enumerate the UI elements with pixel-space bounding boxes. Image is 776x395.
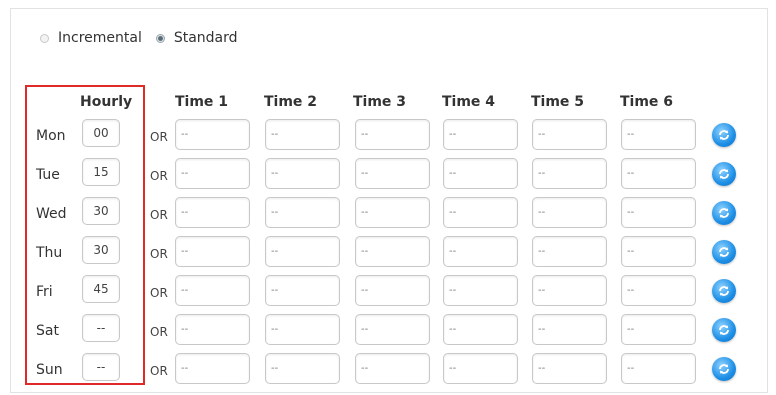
hourly-input[interactable]: 15	[82, 158, 120, 186]
day-label: Thu	[36, 245, 63, 261]
time-5-input[interactable]: --	[532, 314, 607, 345]
time-3-input[interactable]: --	[355, 353, 430, 384]
time-3-input[interactable]: --	[355, 236, 430, 267]
standard-option[interactable]: Standard	[155, 30, 238, 46]
time-1-input[interactable]: --	[175, 353, 250, 384]
time-1-input[interactable]: --	[175, 119, 250, 150]
schedule-row: Thu 30 OR -- -- -- -- -- --	[0, 235, 776, 275]
hourly-input[interactable]: --	[82, 353, 120, 381]
time-2-header: Time 2	[264, 94, 318, 110]
time-4-input[interactable]: --	[443, 119, 518, 150]
time-2-input[interactable]: --	[265, 119, 340, 150]
time-6-input[interactable]: --	[621, 158, 696, 189]
time-3-input[interactable]: --	[355, 158, 430, 189]
time-5-input[interactable]: --	[532, 236, 607, 267]
arrows-icon	[719, 364, 729, 374]
time-6-input[interactable]: --	[621, 314, 696, 345]
time-1-input[interactable]: --	[175, 236, 250, 267]
day-label: Wed	[36, 206, 67, 222]
refresh-copy-icon[interactable]	[712, 279, 736, 303]
arrows-icon	[719, 325, 729, 335]
day-label: Sun	[36, 362, 63, 378]
refresh-copy-icon[interactable]	[712, 201, 736, 225]
or-label: OR	[150, 286, 168, 300]
or-label: OR	[150, 130, 168, 144]
time-4-input[interactable]: --	[443, 158, 518, 189]
or-label: OR	[150, 247, 168, 261]
time-3-input[interactable]: --	[355, 275, 430, 306]
time-4-input[interactable]: --	[443, 314, 518, 345]
schedule-row: Tue 15 OR -- -- -- -- -- --	[0, 157, 776, 197]
or-label: OR	[150, 364, 168, 378]
arrows-icon	[719, 247, 729, 257]
schedule-row: Sun -- OR -- -- -- -- -- --	[0, 352, 776, 392]
time-4-input[interactable]: --	[443, 275, 518, 306]
day-label: Sat	[36, 323, 59, 339]
schedule-row: Wed 30 OR -- -- -- -- -- --	[0, 196, 776, 236]
time-4-input[interactable]: --	[443, 236, 518, 267]
or-label: OR	[150, 325, 168, 339]
refresh-copy-icon[interactable]	[712, 240, 736, 264]
hourly-header: Hourly	[80, 94, 133, 110]
time-5-input[interactable]: --	[532, 158, 607, 189]
hourly-input[interactable]: 00	[82, 119, 120, 147]
refresh-copy-icon[interactable]	[712, 162, 736, 186]
arrows-icon	[719, 169, 729, 179]
or-label: OR	[150, 169, 168, 183]
time-2-input[interactable]: --	[265, 236, 340, 267]
time-3-header: Time 3	[353, 94, 407, 110]
arrows-icon	[719, 286, 729, 296]
incremental-option[interactable]: Incremental	[40, 30, 142, 46]
time-6-header: Time 6	[620, 94, 674, 110]
hourly-input[interactable]: --	[82, 314, 120, 342]
time-3-input[interactable]: --	[355, 119, 430, 150]
time-1-input[interactable]: --	[175, 158, 250, 189]
hourly-input[interactable]: 45	[82, 275, 120, 303]
time-6-input[interactable]: --	[621, 275, 696, 306]
time-5-input[interactable]: --	[532, 197, 607, 228]
hourly-input[interactable]: 30	[82, 197, 120, 225]
time-4-header: Time 4	[442, 94, 496, 110]
refresh-copy-icon[interactable]	[712, 123, 736, 147]
arrows-icon	[719, 130, 729, 140]
time-6-input[interactable]: --	[621, 353, 696, 384]
time-2-input[interactable]: --	[265, 314, 340, 345]
time-2-input[interactable]: --	[265, 197, 340, 228]
time-4-input[interactable]: --	[443, 197, 518, 228]
time-4-input[interactable]: --	[443, 353, 518, 384]
incremental-radio[interactable]	[40, 33, 49, 43]
time-1-input[interactable]: --	[175, 275, 250, 306]
schedule-row: Fri 45 OR -- -- -- -- -- --	[0, 274, 776, 314]
refresh-copy-icon[interactable]	[712, 357, 736, 381]
standard-radio[interactable]	[155, 33, 165, 43]
time-5-header: Time 5	[531, 94, 585, 110]
incremental-label: Incremental	[58, 30, 142, 46]
time-6-input[interactable]: --	[621, 119, 696, 150]
time-6-input[interactable]: --	[621, 236, 696, 267]
schedule-row: Mon 00 OR -- -- -- -- -- --	[0, 118, 776, 158]
time-5-input[interactable]: --	[532, 275, 607, 306]
time-5-input[interactable]: --	[532, 119, 607, 150]
schedule-row: Sat -- OR -- -- -- -- -- --	[0, 313, 776, 353]
time-2-input[interactable]: --	[265, 353, 340, 384]
time-2-input[interactable]: --	[265, 275, 340, 306]
time-1-input[interactable]: --	[175, 197, 250, 228]
mode-radio-group: Incremental Standard	[40, 30, 252, 46]
time-5-input[interactable]: --	[532, 353, 607, 384]
arrows-icon	[719, 208, 729, 218]
day-label: Fri	[36, 284, 53, 300]
time-2-input[interactable]: --	[265, 158, 340, 189]
or-label: OR	[150, 208, 168, 222]
standard-label: Standard	[173, 30, 238, 46]
time-1-header: Time 1	[175, 94, 229, 110]
time-3-input[interactable]: --	[355, 197, 430, 228]
day-label: Tue	[36, 167, 60, 183]
refresh-copy-icon[interactable]	[712, 318, 736, 342]
time-1-input[interactable]: --	[175, 314, 250, 345]
day-label: Mon	[36, 128, 66, 144]
time-6-input[interactable]: --	[621, 197, 696, 228]
time-3-input[interactable]: --	[355, 314, 430, 345]
hourly-input[interactable]: 30	[82, 236, 120, 264]
